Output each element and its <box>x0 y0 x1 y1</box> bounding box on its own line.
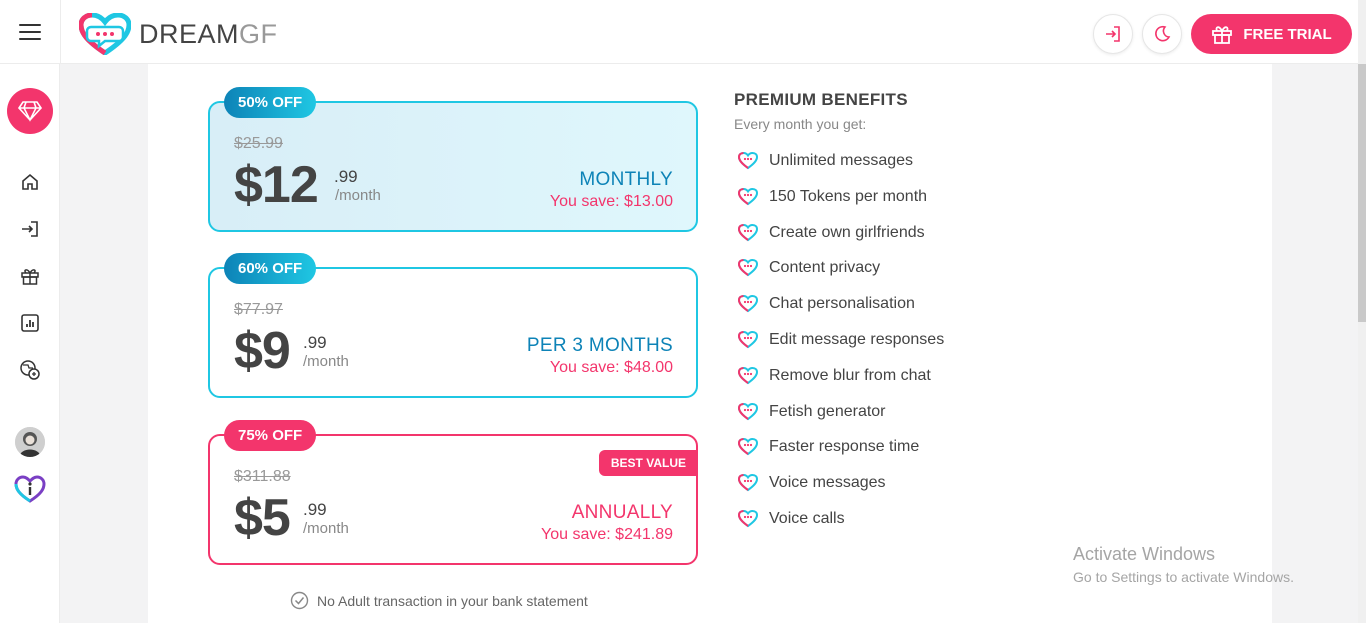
login-icon <box>1106 26 1120 42</box>
sidebar <box>0 64 60 623</box>
check-circle-icon <box>290 591 309 610</box>
price-period: /month <box>303 520 349 537</box>
benefit-item: 150 Tokens per month <box>738 187 928 206</box>
moon-icon <box>1155 25 1171 42</box>
watermark-subtitle: Go to Settings to activate Windows. <box>1073 569 1294 585</box>
benefit-item: Create own girlfriends <box>738 223 925 242</box>
logo-text[interactable]: DREAMGF <box>139 19 278 50</box>
heart-chat-icon <box>738 331 758 349</box>
benefit-item: Faster response time <box>738 438 919 456</box>
benefit-item: Voice calls <box>738 510 845 528</box>
scrollbar[interactable] <box>1358 0 1366 623</box>
old-price: $25.99 <box>234 135 283 152</box>
benefit-item: Unlimited messages <box>738 152 913 170</box>
watermark-title: Activate Windows <box>1073 544 1216 564</box>
heart-chat-icon <box>738 510 758 528</box>
benefit-item: Chat personalisation <box>738 295 915 313</box>
heart-chat-icon <box>738 474 758 492</box>
discount-badge: 60% OFF <box>224 253 317 284</box>
heart-chat-icon <box>738 402 758 420</box>
privacy-note-text: No Adult transaction in your bank statem… <box>317 592 588 609</box>
benefit-label: Remove blur from chat <box>769 366 931 384</box>
benefit-label: Unlimited messages <box>769 152 914 169</box>
heart-chat-icon <box>738 438 758 456</box>
avatar[interactable] <box>15 427 45 457</box>
price-cents: .99 <box>303 333 327 352</box>
benefit-item: Remove blur from chat <box>738 366 931 385</box>
heart-chat-icon <box>738 366 758 385</box>
free-trial-label: FREE TRIAL <box>1243 25 1332 43</box>
login-button[interactable] <box>1093 14 1133 54</box>
heart-chat-icon <box>738 223 758 241</box>
benefit-label: Chat personalisation <box>769 295 915 313</box>
dark-mode-button[interactable] <box>1142 14 1182 54</box>
plan-3-months[interactable]: 60% OFF $77.97 $9 .99 /month PER 3 MONTH… <box>208 253 698 398</box>
gift-sidebar-icon[interactable] <box>19 265 41 287</box>
benefit-label: Edit message responses <box>769 331 945 348</box>
menu-icon[interactable] <box>19 24 41 40</box>
price-main: $5 <box>234 489 291 547</box>
plan-savings: You save: $241.89 <box>541 526 673 543</box>
scrollbar-thumb[interactable] <box>1358 64 1366 322</box>
language-icon[interactable] <box>19 359 41 381</box>
benefit-item: Edit message responses <box>738 331 944 349</box>
best-value-tag: BEST VALUE <box>598 450 698 476</box>
info-heart-icon[interactable] <box>14 475 46 503</box>
logo-heart-icon[interactable] <box>79 13 131 55</box>
benefits-title: PREMIUM BENEFITS <box>734 90 908 109</box>
price-cents: .99 <box>303 500 327 519</box>
benefits-subtitle: Every month you get: <box>734 116 867 132</box>
discount-badge: 50% OFF <box>224 87 317 118</box>
stats-icon[interactable] <box>19 312 41 334</box>
plan-name: PER 3 MONTHS <box>526 335 673 356</box>
windows-watermark: Activate Windows Go to Settings to activ… <box>1073 544 1294 585</box>
discount-badge: 75% OFF <box>224 420 317 451</box>
benefit-label: Voice messages <box>769 474 886 492</box>
diamond-icon <box>18 101 42 122</box>
plan-annually[interactable]: 75% OFF BEST VALUE $311.88 $5 .99 /month… <box>208 420 698 565</box>
heart-chat-icon <box>738 187 758 206</box>
benefit-label: Content privacy <box>769 259 881 277</box>
price-period: /month <box>303 353 349 370</box>
benefit-label: Faster response time <box>769 438 920 456</box>
heart-chat-icon <box>738 152 758 170</box>
top-header: DREAMGF FREE TRIAL <box>0 0 1366 64</box>
benefit-label: Create own girlfriends <box>769 223 925 241</box>
plan-savings: You save: $48.00 <box>549 359 673 376</box>
plan-name: MONTHLY <box>579 169 673 190</box>
price-main: $12 <box>234 156 319 214</box>
price-main: $9 <box>234 322 291 380</box>
heart-chat-icon <box>738 259 758 277</box>
benefit-label: 150 Tokens per month <box>769 187 928 205</box>
benefit-item: Voice messages <box>738 474 886 492</box>
premium-button[interactable] <box>7 88 53 134</box>
price-cents: .99 <box>334 167 358 186</box>
gift-icon <box>1212 26 1233 44</box>
plan-monthly[interactable]: 50% OFF $25.99 $12 .99 /month MONTHLY Yo… <box>208 87 698 232</box>
old-price: $311.88 <box>234 468 291 485</box>
free-trial-button[interactable]: FREE TRIAL <box>1191 14 1352 54</box>
benefit-label: Fetish generator <box>769 402 886 420</box>
price-period: /month <box>335 187 381 204</box>
privacy-note: No Adult transaction in your bank statem… <box>290 591 588 610</box>
old-price: $77.97 <box>234 301 283 318</box>
login-sidebar-icon[interactable] <box>19 218 41 240</box>
benefit-label: Voice calls <box>769 510 845 527</box>
heart-chat-icon <box>738 295 758 313</box>
header-divider <box>60 0 61 64</box>
benefit-item: Fetish generator <box>738 402 886 421</box>
home-icon[interactable] <box>19 171 41 193</box>
benefit-item: Content privacy <box>738 259 880 277</box>
plan-name: ANNUALLY <box>571 502 673 523</box>
plan-savings: You save: $13.00 <box>549 193 673 210</box>
